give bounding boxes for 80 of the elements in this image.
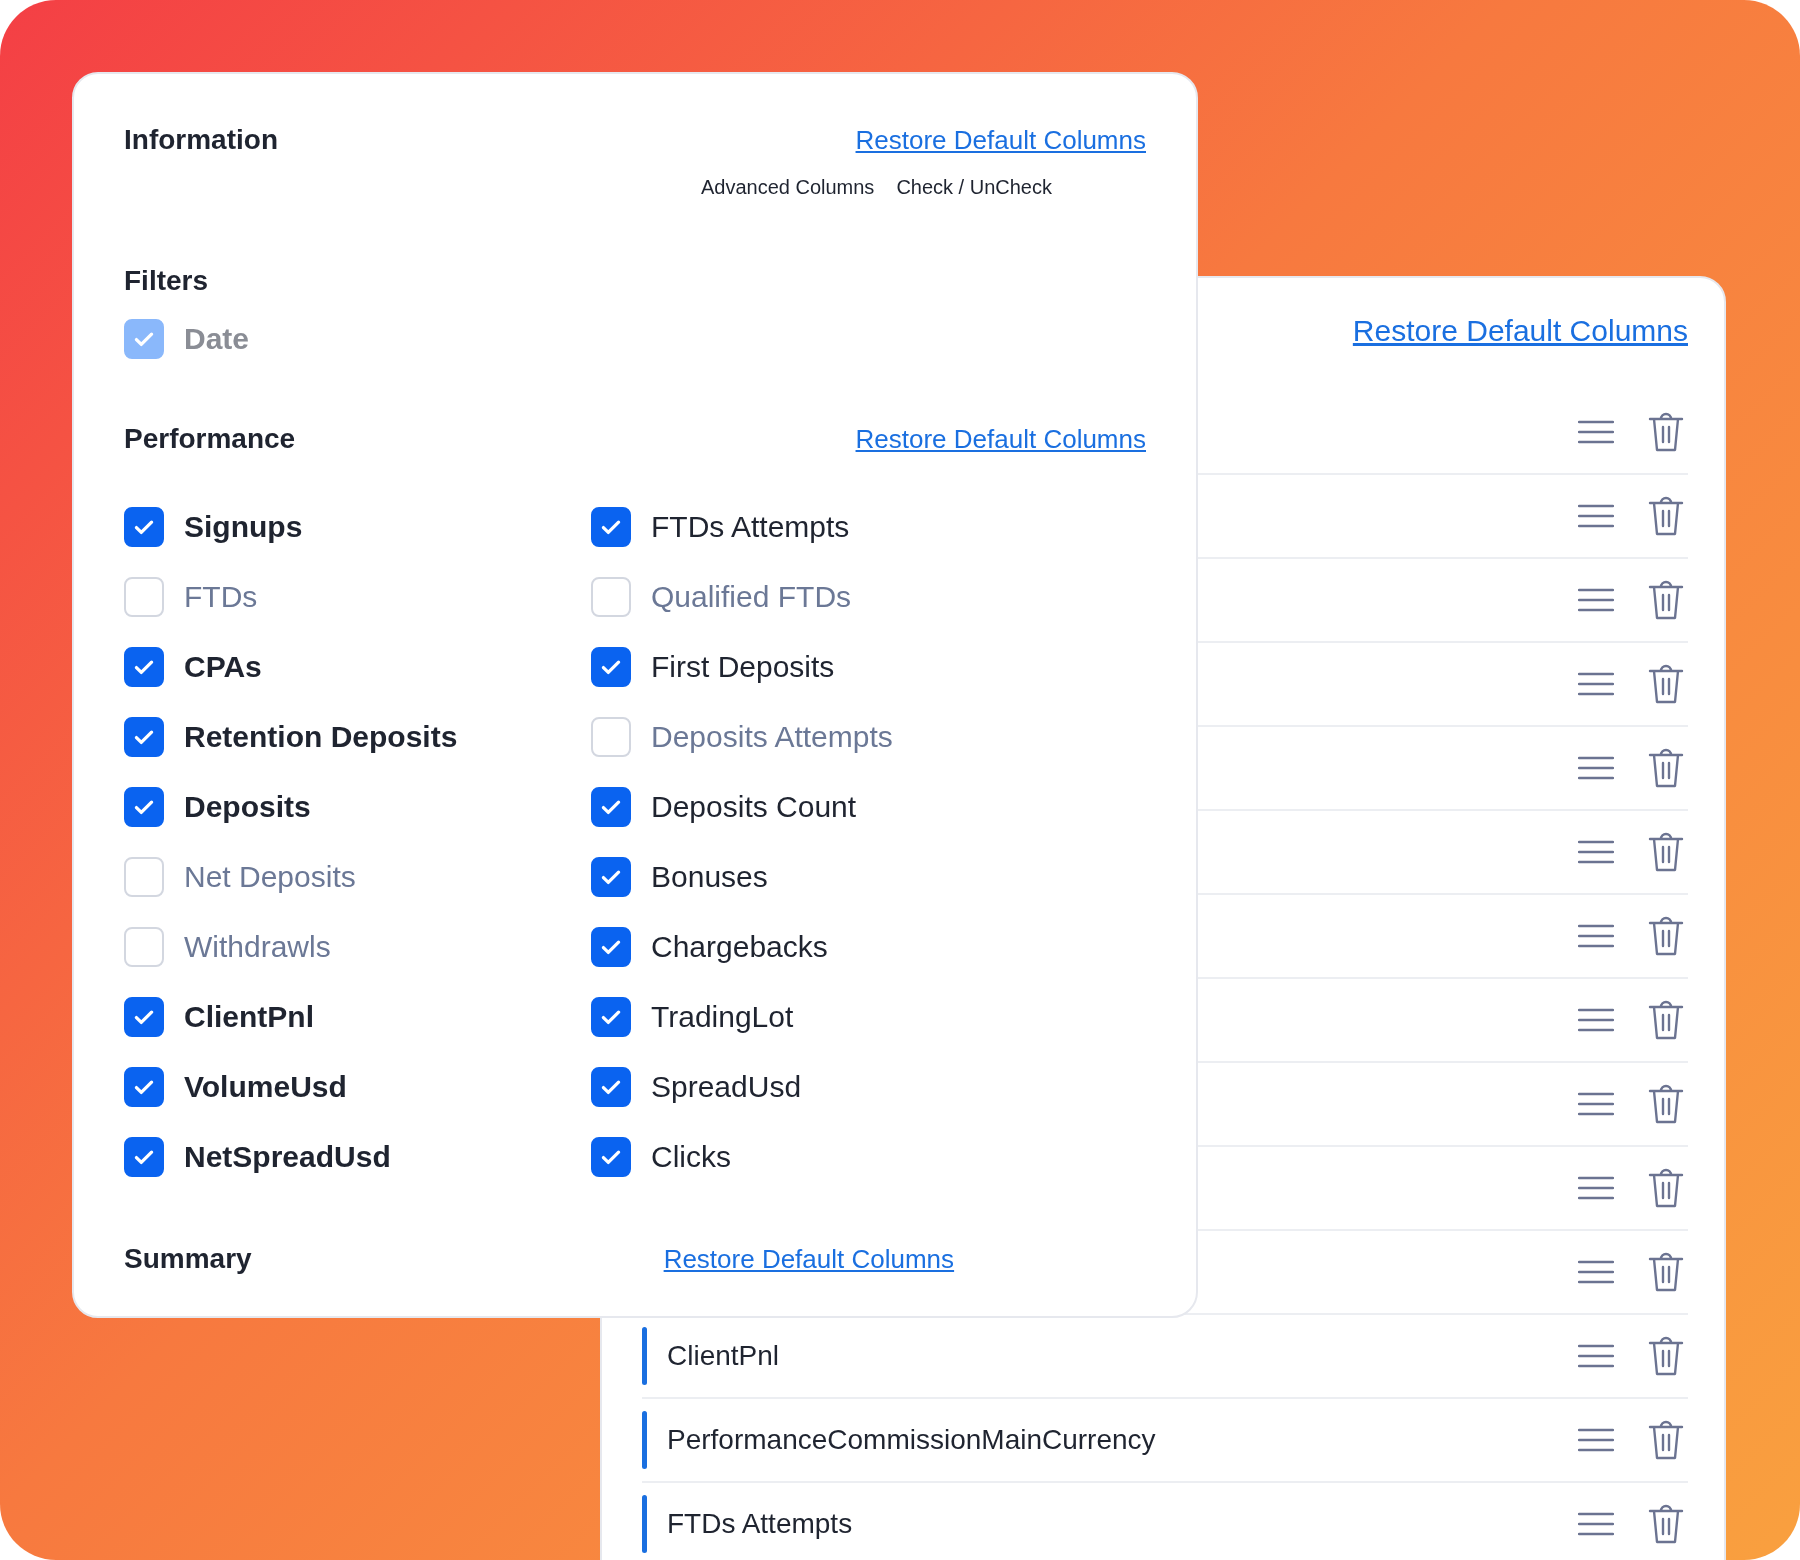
- trash-icon[interactable]: [1648, 579, 1684, 621]
- trash-icon[interactable]: [1648, 999, 1684, 1041]
- drag-handle-icon[interactable]: [1578, 1512, 1614, 1536]
- checkbox-label: ClientPnl: [184, 1000, 314, 1034]
- checkbox[interactable]: [124, 717, 164, 757]
- trash-icon[interactable]: [1648, 1335, 1684, 1377]
- checkbox[interactable]: [124, 997, 164, 1037]
- check-uncheck-label: Check / UnCheck: [896, 176, 1052, 199]
- section-title: Information: [124, 124, 278, 156]
- checkbox-label: Deposits Count: [651, 790, 857, 824]
- checkbox-label: FTDs Attempts: [651, 510, 850, 544]
- drag-handle-icon[interactable]: [1578, 672, 1614, 696]
- checkbox[interactable]: [124, 787, 164, 827]
- trash-icon[interactable]: [1648, 1503, 1684, 1545]
- checkbox-label: First Deposits: [651, 650, 835, 684]
- checkbox-label: CPAs: [184, 650, 262, 684]
- checkbox-label: Chargebacks: [651, 930, 828, 964]
- accent-bar: [642, 1495, 647, 1553]
- checkbox-label: Qualified FTDs: [651, 580, 852, 614]
- checkbox[interactable]: [591, 647, 631, 687]
- drag-handle-icon[interactable]: [1578, 756, 1614, 780]
- drag-handle-icon[interactable]: [1578, 1008, 1614, 1032]
- drag-handle-icon[interactable]: [1578, 840, 1614, 864]
- restore-default-columns-link[interactable]: Restore Default Columns: [1352, 314, 1688, 356]
- checkbox-label: Clicks: [651, 1140, 731, 1174]
- trash-icon[interactable]: [1648, 411, 1684, 453]
- column-name: PerformanceCommissionMainCurrency: [667, 1424, 1156, 1456]
- checkbox-label: Retention Deposits: [184, 720, 458, 754]
- drag-handle-icon[interactable]: [1578, 1260, 1614, 1284]
- checkbox-label: Withdrawls: [184, 930, 331, 964]
- trash-icon[interactable]: [1648, 747, 1684, 789]
- trash-icon[interactable]: [1648, 495, 1684, 537]
- drag-handle-icon[interactable]: [1578, 924, 1614, 948]
- checkbox[interactable]: [591, 507, 631, 547]
- column-name: ClientPnl: [667, 1340, 780, 1372]
- checkbox[interactable]: [591, 927, 631, 967]
- section-title: Summary: [124, 1243, 252, 1275]
- checkbox-label: Signups: [184, 510, 303, 544]
- trash-icon[interactable]: [1648, 831, 1684, 873]
- checkbox[interactable]: [591, 1137, 631, 1177]
- drag-handle-icon[interactable]: [1578, 420, 1614, 444]
- accent-bar: [642, 1327, 647, 1385]
- checkbox[interactable]: [591, 1067, 631, 1107]
- column-name: FTDs Attempts: [667, 1508, 853, 1540]
- trash-icon[interactable]: [1648, 1167, 1684, 1209]
- advanced-columns-label: Advanced Columns: [700, 176, 875, 199]
- checkbox[interactable]: [591, 857, 631, 897]
- restore-default-columns-link[interactable]: Restore Default Columns: [855, 423, 1146, 455]
- drag-handle-icon[interactable]: [1578, 1176, 1614, 1200]
- checkbox[interactable]: [124, 647, 164, 687]
- restore-default-columns-link[interactable]: Restore Default Columns: [663, 1243, 955, 1275]
- section-title: Performance: [124, 423, 296, 455]
- checkbox[interactable]: [124, 507, 164, 547]
- checkbox-label: FTDs: [184, 580, 258, 614]
- checkbox[interactable]: [124, 1137, 164, 1177]
- drag-handle-icon[interactable]: [1578, 1092, 1614, 1116]
- checkbox-label: TradingLot: [651, 1000, 794, 1034]
- section-title: Filters: [124, 265, 210, 297]
- restore-default-columns-link[interactable]: Restore Default Columns: [855, 124, 1146, 156]
- checkbox-label: VolumeUsd: [184, 1070, 347, 1104]
- trash-icon[interactable]: [1648, 663, 1684, 705]
- trash-icon[interactable]: [1648, 1251, 1684, 1293]
- checkbox-label: Bonuses: [651, 860, 768, 894]
- drag-handle-icon[interactable]: [1578, 1344, 1614, 1368]
- drag-handle-icon[interactable]: [1578, 1428, 1614, 1452]
- drag-handle-icon[interactable]: [1578, 588, 1614, 612]
- checkbox-label: SpreadUsd: [651, 1070, 802, 1104]
- checkbox-label: Deposits Attempts: [651, 720, 893, 754]
- checkbox-label: Deposits: [184, 790, 311, 824]
- trash-icon[interactable]: [1648, 915, 1684, 957]
- checkbox[interactable]: [591, 787, 631, 827]
- checkbox-label: NetSpreadUsd: [184, 1140, 391, 1174]
- trash-icon[interactable]: [1648, 1083, 1684, 1125]
- checkbox[interactable]: [124, 1067, 164, 1107]
- checkbox-label: Net Deposits: [184, 860, 356, 894]
- checkbox[interactable]: [591, 997, 631, 1037]
- drag-handle-icon[interactable]: [1578, 504, 1614, 528]
- trash-icon[interactable]: [1648, 1419, 1684, 1461]
- accent-bar: [642, 1411, 647, 1469]
- checkbox-label: Date: [184, 322, 250, 356]
